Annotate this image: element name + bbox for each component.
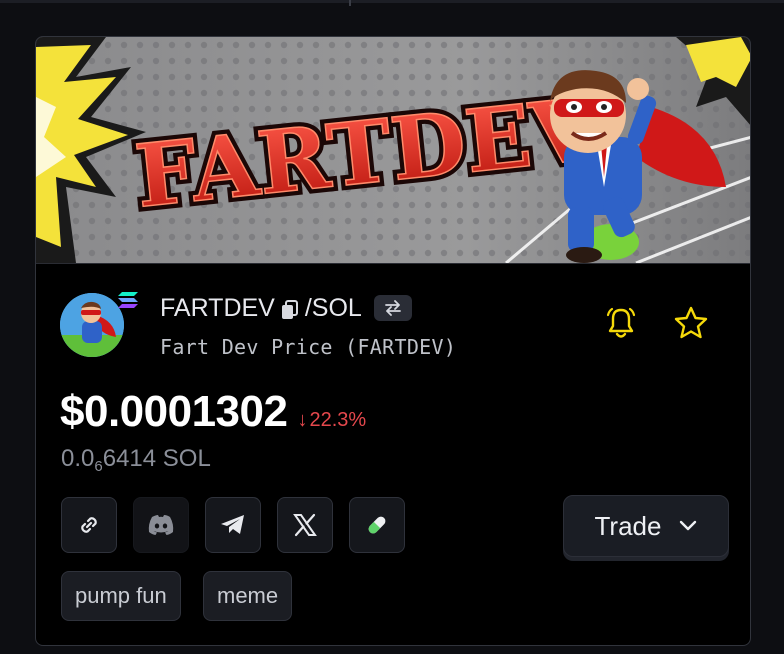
trade-button-label: Trade — [594, 510, 662, 541]
token-card: FARTDEV FARTDEV FARTDEV /SOL Fart Dev Pr… — [35, 36, 751, 646]
token-banner: FARTDEV FARTDEV — [36, 37, 750, 264]
token-full-name: Fart Dev Price (FARTDEV) — [160, 335, 457, 359]
price-alert-bell-icon[interactable] — [603, 305, 639, 341]
swap-pair-button[interactable] — [373, 295, 412, 321]
price-change: ↓ 22.3% — [297, 409, 366, 432]
pump-fun-button[interactable] — [349, 497, 405, 553]
down-arrow-icon: ↓ — [297, 409, 308, 431]
solana-chain-icon — [118, 289, 138, 311]
swap-arrows-icon — [384, 300, 401, 316]
website-link-button[interactable] — [61, 497, 117, 553]
copy-address-icon[interactable] — [281, 298, 299, 319]
quote-symbol: /SOL — [304, 293, 362, 322]
token-symbol: FARTDEV — [160, 293, 275, 322]
x-icon — [293, 513, 317, 537]
watchlist-star-icon[interactable] — [673, 305, 709, 341]
discord-icon — [148, 515, 174, 535]
telegram-icon — [221, 515, 244, 534]
tag-meme[interactable]: meme — [203, 571, 293, 621]
discord-button[interactable] — [133, 497, 189, 553]
top-border — [0, 0, 784, 6]
sol-price: 0.066414 SOL — [61, 445, 211, 475]
price-row: $0.0001302 ↓ 22.3% — [60, 387, 366, 437]
token-pair: FARTDEV /SOL — [160, 291, 412, 325]
x-twitter-button[interactable] — [277, 497, 333, 553]
price-change-value: 22.3% — [309, 409, 367, 431]
trade-dropdown-button[interactable]: Trade — [563, 495, 729, 557]
pill-icon — [368, 516, 386, 534]
usd-price: $0.0001302 — [60, 387, 288, 436]
chevron-down-icon — [680, 520, 697, 531]
telegram-button[interactable] — [205, 497, 261, 553]
tag-pump-fun[interactable]: pump fun — [61, 571, 181, 621]
link-icon — [81, 517, 97, 533]
token-avatar — [60, 293, 124, 357]
